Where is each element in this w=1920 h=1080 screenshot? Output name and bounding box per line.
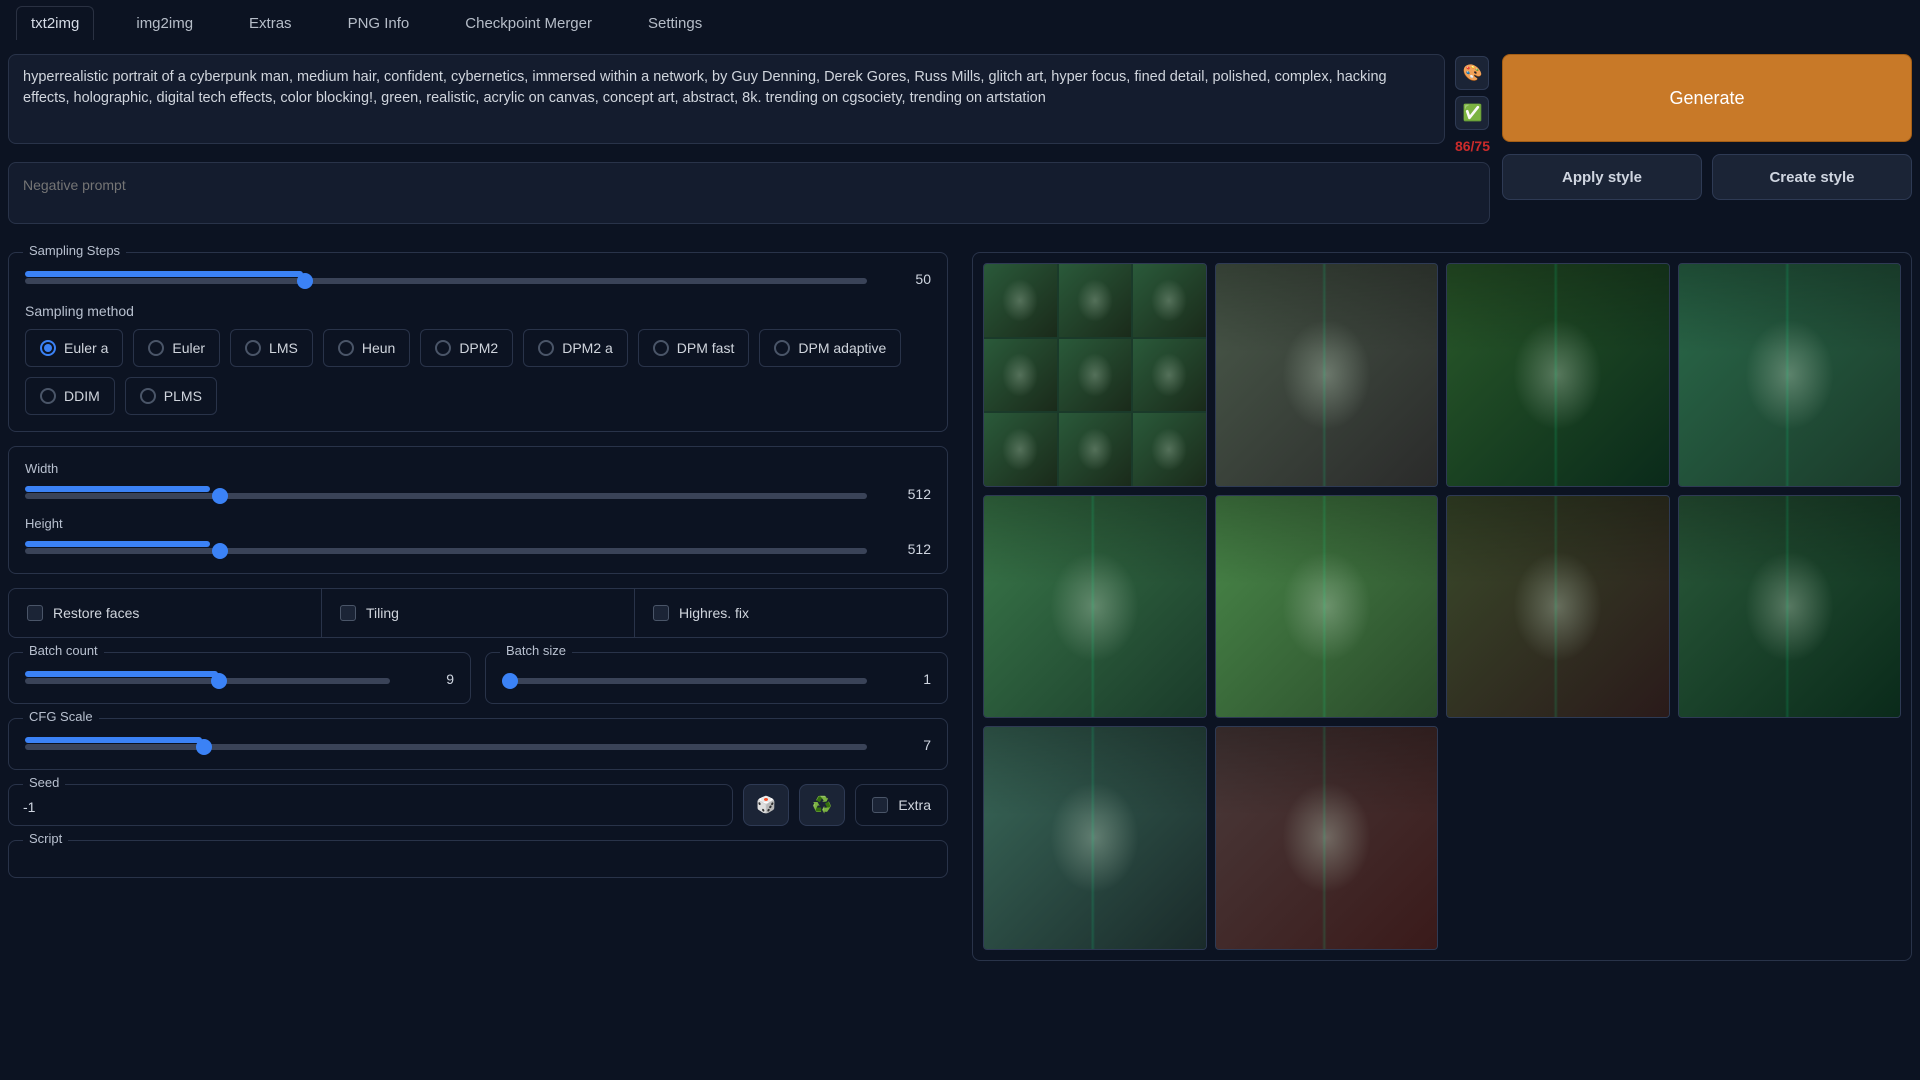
- batch-count-slider[interactable]: [25, 678, 390, 684]
- height-slider[interactable]: [25, 548, 867, 554]
- cfg-slider[interactable]: [25, 744, 867, 750]
- dimensions-panel: Width 512 Height 512: [8, 446, 948, 574]
- sampler-heun[interactable]: Heun: [323, 329, 410, 367]
- tab-img2img[interactable]: img2img: [122, 7, 207, 40]
- cfg-panel: CFG Scale 7: [8, 718, 948, 770]
- recycle-icon[interactable]: ♻️: [799, 784, 845, 826]
- batch-size-label: Batch size: [500, 643, 572, 658]
- sampler-dpm2[interactable]: DPM2: [420, 329, 513, 367]
- batch-size-slider[interactable]: [502, 678, 867, 684]
- tab-bar: txt2img img2img Extras PNG Info Checkpoi…: [8, 6, 1912, 54]
- batch-size-panel: Batch size 1: [485, 652, 948, 704]
- sampler-plms[interactable]: PLMS: [125, 377, 217, 415]
- gallery-item[interactable]: [1678, 263, 1902, 487]
- sampling-method-label: Sampling method: [25, 303, 931, 319]
- sampling-steps-label: Sampling Steps: [23, 243, 126, 258]
- apply-style-button[interactable]: Apply style: [1502, 154, 1702, 200]
- script-panel: Script: [8, 840, 948, 878]
- cfg-value: 7: [881, 737, 931, 753]
- sampler-euler-a[interactable]: Euler a: [25, 329, 123, 367]
- tab-checkpoint-merger[interactable]: Checkpoint Merger: [451, 7, 606, 40]
- highres-checkbox[interactable]: Highres. fix: [635, 589, 947, 637]
- height-label: Height: [25, 516, 931, 531]
- batch-count-label: Batch count: [23, 643, 104, 658]
- tab-extras[interactable]: Extras: [235, 7, 306, 40]
- options-row: Restore faces Tiling Highres. fix: [8, 588, 948, 638]
- gallery-item[interactable]: [983, 263, 1207, 487]
- gallery-item[interactable]: [1215, 726, 1439, 950]
- output-gallery: [972, 252, 1912, 961]
- palette-icon[interactable]: 🎨: [1455, 56, 1489, 90]
- generate-button[interactable]: Generate: [1502, 54, 1912, 142]
- gallery-item[interactable]: [1215, 495, 1439, 719]
- seed-panel: Seed: [8, 784, 733, 826]
- sampler-lms[interactable]: LMS: [230, 329, 313, 367]
- dice-icon[interactable]: 🎲: [743, 784, 789, 826]
- cfg-label: CFG Scale: [23, 709, 99, 724]
- seed-label: Seed: [23, 775, 65, 790]
- batch-size-value: 1: [881, 671, 931, 687]
- gallery-item[interactable]: [983, 495, 1207, 719]
- tab-settings[interactable]: Settings: [634, 7, 716, 40]
- batch-count-value: 9: [404, 671, 454, 687]
- prompt-input[interactable]: [8, 54, 1445, 144]
- sampler-ddim[interactable]: DDIM: [25, 377, 115, 415]
- check-icon[interactable]: ✅: [1455, 96, 1489, 130]
- gallery-item[interactable]: [1446, 263, 1670, 487]
- seed-input[interactable]: [23, 799, 718, 815]
- restore-faces-checkbox[interactable]: Restore faces: [9, 589, 322, 637]
- seed-extra-checkbox[interactable]: Extra: [855, 784, 948, 826]
- sampling-steps-value: 50: [881, 271, 931, 287]
- sampler-dpm2a[interactable]: DPM2 a: [523, 329, 628, 367]
- gallery-item[interactable]: [1215, 263, 1439, 487]
- sampling-steps-slider[interactable]: [25, 278, 867, 284]
- sampler-euler[interactable]: Euler: [133, 329, 220, 367]
- sampling-panel: Sampling Steps 50 Sampling method Euler …: [8, 252, 948, 432]
- token-counter: 86/75: [1455, 138, 1490, 154]
- batch-count-panel: Batch count 9: [8, 652, 471, 704]
- width-slider[interactable]: [25, 493, 867, 499]
- width-label: Width: [25, 461, 931, 476]
- script-label: Script: [23, 831, 68, 846]
- tab-pnginfo[interactable]: PNG Info: [334, 7, 424, 40]
- height-value: 512: [881, 541, 931, 557]
- negative-prompt-input[interactable]: [8, 162, 1490, 224]
- width-value: 512: [881, 486, 931, 502]
- tiling-checkbox[interactable]: Tiling: [322, 589, 635, 637]
- create-style-button[interactable]: Create style: [1712, 154, 1912, 200]
- tab-txt2img[interactable]: txt2img: [16, 6, 94, 40]
- gallery-item[interactable]: [1678, 495, 1902, 719]
- gallery-item[interactable]: [1446, 495, 1670, 719]
- gallery-item[interactable]: [983, 726, 1207, 950]
- sampler-dpmfast[interactable]: DPM fast: [638, 329, 750, 367]
- sampler-dpmadaptive[interactable]: DPM adaptive: [759, 329, 901, 367]
